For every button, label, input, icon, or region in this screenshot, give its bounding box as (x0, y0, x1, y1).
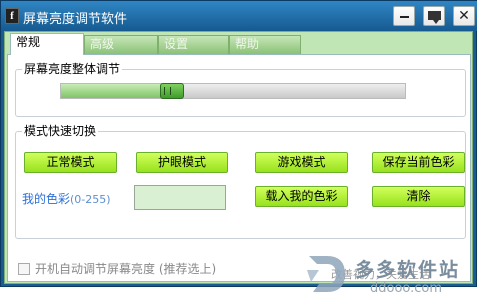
mode-group-label: 模式快速切换 (22, 124, 99, 138)
mini-mode-button[interactable] (423, 6, 445, 26)
clear-button[interactable]: 清除 (372, 186, 465, 207)
my-color-range: (0-255) (70, 193, 111, 206)
minimize-button[interactable] (393, 6, 415, 26)
watermark-name: 多多软件站 (355, 259, 461, 281)
minimize-icon (400, 16, 409, 18)
app-window: f 屏幕亮度调节软件 ✕ 常规 高级 设置 帮助 屏幕亮度整体调节 模式快速切换… (0, 0, 477, 296)
game-mode-button[interactable]: 游戏模式 (255, 152, 348, 173)
brightness-slider-fill (61, 84, 172, 98)
app-icon: f (5, 8, 19, 24)
autostart-option[interactable]: 开机自动调节屏幕亮度 (推荐选上) (18, 260, 216, 277)
close-button[interactable]: ✕ (453, 6, 475, 26)
my-color-swatch[interactable] (134, 185, 226, 210)
monitor-icon (428, 11, 441, 24)
close-icon: ✕ (458, 8, 470, 24)
tab-settings[interactable]: 设置 (158, 35, 229, 54)
brightness-slider[interactable] (60, 83, 406, 99)
tab-general[interactable]: 常规 (10, 33, 84, 55)
watermark-logo-icon (307, 256, 345, 292)
tab-strip: 常规 高级 设置 帮助 (5, 32, 474, 55)
load-color-button[interactable]: 载入我的色彩 (255, 186, 348, 207)
brightness-group: 屏幕亮度整体调节 (15, 62, 466, 117)
tab-advanced[interactable]: 高级 (84, 35, 158, 54)
normal-mode-button[interactable]: 正常模式 (24, 152, 117, 173)
client-area: 常规 高级 设置 帮助 屏幕亮度整体调节 模式快速切换 正常模式 护眼模式 游戏… (4, 31, 474, 296)
general-panel: 屏幕亮度整体调节 模式快速切换 正常模式 护眼模式 游戏模式 保存当前色彩 我的… (7, 54, 471, 296)
autostart-checkbox[interactable] (18, 263, 30, 275)
my-color-label: 我的色彩(0-255) (22, 190, 111, 207)
brightness-slider-thumb[interactable] (160, 83, 184, 99)
watermark-url: ddooo.com (370, 281, 443, 296)
brightness-group-label: 屏幕亮度整体调节 (22, 62, 123, 76)
eye-care-mode-button[interactable]: 护眼模式 (136, 152, 228, 173)
mode-group: 模式快速切换 正常模式 护眼模式 游戏模式 保存当前色彩 我的色彩(0-255)… (15, 124, 466, 239)
autostart-label: 开机自动调节屏幕亮度 (推荐选上) (35, 262, 217, 276)
my-color-text: 我的色彩 (22, 192, 71, 206)
window-title: 屏幕亮度调节软件 (23, 12, 128, 27)
tab-help[interactable]: 帮助 (229, 35, 301, 54)
save-color-button[interactable]: 保存当前色彩 (372, 152, 465, 173)
title-bar[interactable]: f 屏幕亮度调节软件 ✕ (1, 1, 477, 31)
